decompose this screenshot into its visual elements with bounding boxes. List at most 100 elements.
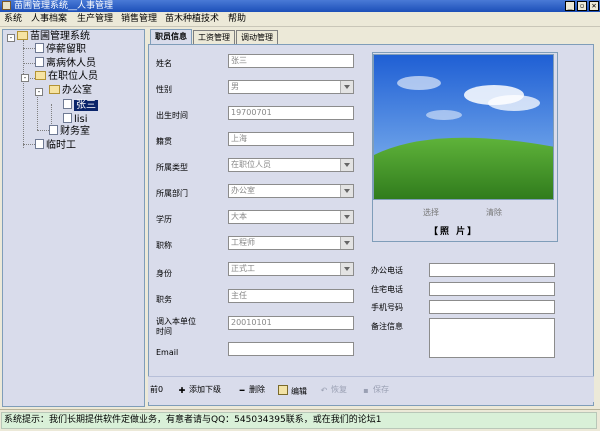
gender-value: 男 bbox=[231, 82, 239, 91]
type-value: 在职位人员 bbox=[231, 160, 271, 169]
title-bar: 苗圃管理系统__人事管理 _ ▫ ✕ bbox=[0, 0, 600, 12]
tree-node-office[interactable]: 办公室 bbox=[49, 85, 92, 97]
undo-icon: ↶ bbox=[320, 386, 328, 395]
name-field[interactable]: 张三 bbox=[228, 54, 354, 68]
birth-field[interactable]: 19700701 bbox=[228, 106, 354, 120]
document-icon bbox=[35, 139, 44, 149]
edu-select[interactable]: 大本 bbox=[228, 210, 354, 224]
join-date-field[interactable]: 20010101 bbox=[228, 316, 354, 330]
document-icon bbox=[63, 99, 72, 109]
menu-bar: 系统 人事档案 生产管理 销售管理 苗木种植技术 帮助 bbox=[0, 12, 600, 27]
menu-production[interactable]: 生产管理 bbox=[77, 13, 113, 25]
status-label: 身份 bbox=[156, 269, 172, 278]
tree-node-temp[interactable]: 临时工 bbox=[35, 139, 76, 152]
tree-node-root[interactable]: 苗圃管理系统 bbox=[17, 31, 90, 43]
save-button[interactable]: ▪ 保存 bbox=[362, 385, 389, 395]
email-field[interactable] bbox=[228, 342, 354, 356]
tree-node-finance[interactable]: 财务室 bbox=[49, 125, 90, 138]
status-bar: 系统提示：我们长期提供软件定做业务，有意者请与QQ：545034395联系，或在… bbox=[0, 409, 600, 431]
title-select[interactable]: 工程师 bbox=[228, 236, 354, 250]
folder-icon bbox=[49, 85, 60, 94]
delete-label: 删除 bbox=[249, 385, 265, 394]
chevron-down-icon bbox=[344, 189, 350, 193]
home-phone-label: 住宅电话 bbox=[371, 285, 403, 294]
office-phone-field[interactable] bbox=[429, 263, 555, 277]
tree-collapse-office[interactable]: - bbox=[35, 88, 43, 96]
menu-help[interactable]: 帮助 bbox=[228, 13, 246, 25]
save-label: 保存 bbox=[373, 385, 389, 394]
tab-salary[interactable]: 工资管理 bbox=[193, 30, 235, 44]
job-field[interactable]: 主任 bbox=[228, 289, 354, 303]
gender-select[interactable]: 男 bbox=[228, 80, 354, 94]
name-label: 姓名 bbox=[156, 59, 172, 68]
gender-label: 性别 bbox=[156, 85, 172, 94]
document-icon bbox=[49, 125, 58, 135]
mobile-label: 手机号码 bbox=[371, 303, 403, 312]
document-icon bbox=[35, 43, 44, 53]
tab-transfer[interactable]: 调动管理 bbox=[236, 30, 278, 44]
chevron-down-icon bbox=[344, 241, 350, 245]
title-value: 工程师 bbox=[231, 238, 255, 247]
save-icon: ▪ bbox=[363, 386, 369, 395]
birth-label: 出生时间 bbox=[156, 111, 188, 120]
action-toolbar: 前0 ✚ 添加下级 ━ 删除 编辑 ↶ 恢复 ▪ 保存 bbox=[148, 376, 594, 402]
app-icon bbox=[2, 1, 11, 10]
tab-staff-info[interactable]: 职员信息 bbox=[150, 29, 192, 44]
org-tree[interactable]: - 苗圃管理系统 停薪留职 离病休人员 - 在职位人员 - 办公室 张三 lis… bbox=[2, 29, 145, 407]
title-label: 职称 bbox=[156, 241, 172, 250]
employee-photo bbox=[373, 54, 554, 200]
tree-collapse-active[interactable]: - bbox=[21, 74, 29, 82]
prev-button[interactable]: 前0 bbox=[150, 385, 163, 395]
tree-node-active-staff[interactable]: 在职位人员 bbox=[35, 71, 98, 83]
photo-clear-button[interactable]: 清除 bbox=[486, 207, 502, 218]
edit-label: 编辑 bbox=[291, 387, 307, 396]
email-label: Email bbox=[156, 348, 179, 357]
delete-button[interactable]: ━ 删除 bbox=[238, 385, 265, 395]
origin-field[interactable]: 上海 bbox=[228, 132, 354, 146]
minimize-button[interactable]: _ bbox=[565, 1, 575, 11]
edu-value: 大本 bbox=[231, 212, 247, 221]
notes-textarea[interactable] bbox=[429, 318, 555, 358]
photo-caption: 【照 片】 bbox=[429, 227, 479, 237]
origin-label: 籍贯 bbox=[156, 137, 172, 146]
dept-value: 办公室 bbox=[231, 186, 255, 195]
edit-icon bbox=[278, 385, 288, 395]
tree-node-zhangsan[interactable]: 张三 bbox=[63, 99, 98, 112]
chevron-down-icon bbox=[344, 215, 350, 219]
notes-label: 备注信息 bbox=[371, 322, 403, 331]
join-label-line1: 调入本单位 bbox=[156, 317, 196, 326]
type-select[interactable]: 在职位人员 bbox=[228, 158, 354, 172]
dept-select[interactable]: 办公室 bbox=[228, 184, 354, 198]
folder-icon bbox=[35, 71, 46, 80]
folder-icon bbox=[17, 31, 28, 40]
prev-label: 前0 bbox=[150, 385, 164, 394]
chevron-down-icon bbox=[344, 267, 350, 271]
type-label: 所属类型 bbox=[156, 163, 188, 172]
status-select[interactable]: 正式工 bbox=[228, 262, 354, 276]
restore-button[interactable]: ▫ bbox=[577, 1, 587, 11]
tree-collapse-root[interactable]: - bbox=[7, 34, 15, 42]
restore-action-button[interactable]: ↶ 恢复 bbox=[320, 385, 347, 395]
status-message: 系统提示：我们长期提供软件定做业务，有意者请与QQ：545034395联系，或在… bbox=[1, 412, 597, 429]
document-icon bbox=[63, 113, 72, 123]
menu-personnel[interactable]: 人事档案 bbox=[31, 13, 67, 25]
status-value: 正式工 bbox=[231, 264, 255, 273]
mobile-field[interactable] bbox=[429, 300, 555, 314]
edit-button[interactable]: 编辑 bbox=[278, 385, 307, 397]
document-icon bbox=[35, 57, 44, 67]
tree-node-suspended[interactable]: 停薪留职 bbox=[35, 43, 86, 56]
add-child-button[interactable]: ✚ 添加下级 bbox=[178, 385, 221, 395]
join-label-line2: 时间 bbox=[156, 327, 172, 336]
menu-sales[interactable]: 销售管理 bbox=[121, 13, 157, 25]
menu-system[interactable]: 系统 bbox=[4, 13, 22, 25]
photo-select-button[interactable]: 选择 bbox=[423, 207, 439, 218]
close-button[interactable]: ✕ bbox=[589, 1, 599, 11]
edu-label: 学历 bbox=[156, 215, 172, 224]
window-title: 苗圃管理系统__人事管理 bbox=[14, 1, 114, 11]
restore-label: 恢复 bbox=[331, 385, 347, 394]
plus-icon: ✚ bbox=[178, 386, 186, 395]
tree-node-sick-leave[interactable]: 离病休人员 bbox=[35, 57, 96, 70]
job-label: 职务 bbox=[156, 295, 172, 304]
menu-planting[interactable]: 苗木种植技术 bbox=[165, 13, 219, 25]
home-phone-field[interactable] bbox=[429, 282, 555, 296]
